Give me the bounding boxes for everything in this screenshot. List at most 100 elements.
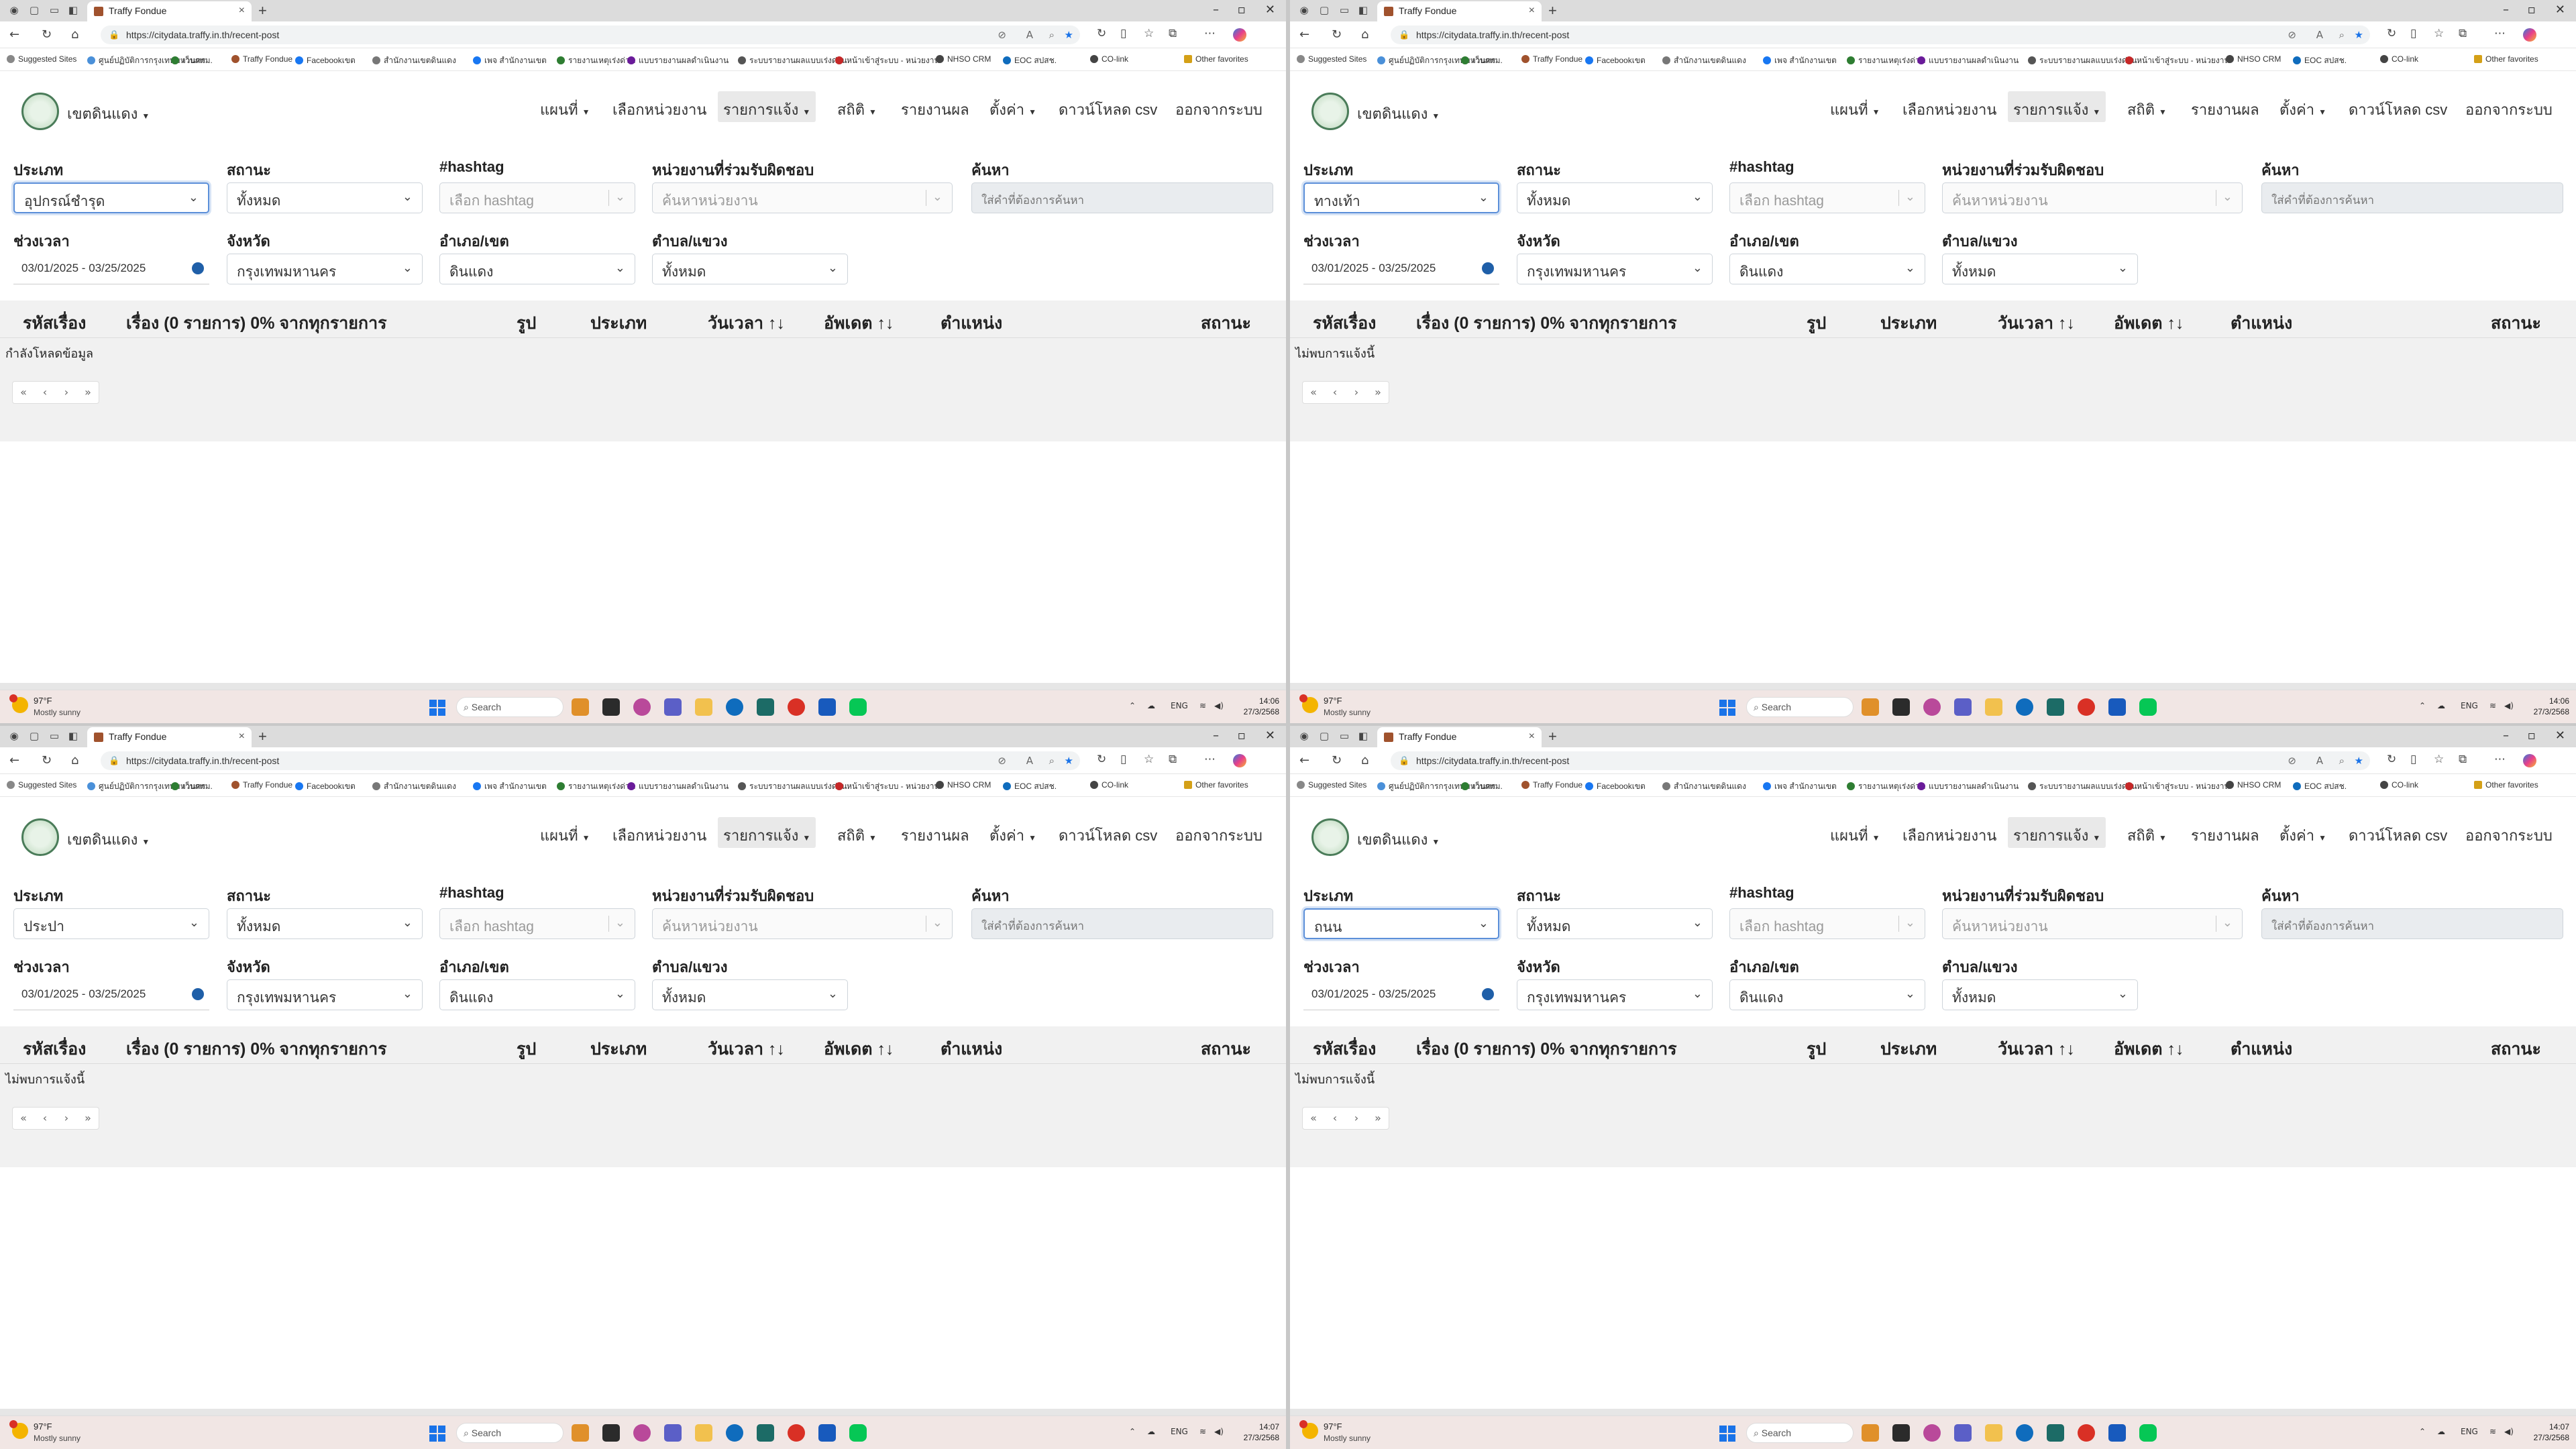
new-tab-button[interactable]: + [258,2,267,19]
edge-browser-icon[interactable] [726,1424,743,1442]
browser-tab[interactable]: Traffy Fondue × [87,727,252,747]
line-app-icon[interactable] [2139,698,2157,716]
calendar-icon[interactable] [1482,262,1494,274]
store-app-icon[interactable] [757,698,774,716]
status-select[interactable]: ทั้งหมด ⌄ [227,908,423,939]
teams-app-icon[interactable] [1954,1424,1972,1442]
line-app-icon[interactable] [849,698,867,716]
pagination-button[interactable]: » [1367,1108,1389,1129]
nav-menu-item[interactable]: แผนที่ ▼ [1830,817,1880,848]
copilot-icon[interactable] [2523,754,2536,767]
store-app-icon[interactable] [757,1424,774,1442]
windows-start-icon[interactable] [1719,700,1735,716]
workspaces-icon[interactable]: ▢ [28,4,40,16]
nav-menu-item[interactable]: สถิติ ▼ [837,817,877,848]
language-indicator[interactable]: ENG [1171,1427,1188,1436]
favorite-link[interactable]: NHSO CRM [936,780,991,790]
favorite-link[interactable]: ระบบรายงานผลแบบเร่งด่วน [2028,780,2137,793]
lock-icon[interactable]: 🔒 [109,755,119,766]
refresh-extension-icon[interactable]: ↻ [2387,753,2396,766]
maximize-button[interactable]: ▫ [1238,3,1246,17]
tray-overflow-icon[interactable]: ⌃ [1129,701,1136,710]
minimize-button[interactable]: – [1213,3,1219,17]
lock-icon[interactable]: 🔒 [109,30,119,40]
url-text[interactable]: https://citydata.traffy.in.th/recent-pos… [126,755,279,766]
favorite-link[interactable]: หน้าเข้าสู่ระบบ - หน่วยงาน [2125,780,2230,793]
nav-menu-item[interactable]: รายงานผล [901,817,969,848]
favorite-link[interactable]: Suggested Sites [7,780,76,790]
url-text[interactable]: https://citydata.traffy.in.th/recent-pos… [1416,30,1569,40]
favorite-link[interactable]: Suggested Sites [1297,780,1366,790]
favorite-link[interactable]: แบบรายงานผลดำเนินงาน [1917,780,2019,793]
system-clock[interactable]: 14:06 27/3/2568 [2534,696,2569,717]
nav-menu-item[interactable]: เลือกหน่วยงาน [1902,91,1996,122]
wifi-icon[interactable]: ≋ [2489,701,2496,710]
file-explorer-icon[interactable] [695,1424,712,1442]
favorite-star-icon[interactable]: ★ [1065,29,1073,41]
province-select[interactable]: กรุงเทพมหานคร ⌄ [227,979,423,1010]
taskbar-search[interactable]: ⌕ Search [1746,697,1854,717]
url-text[interactable]: https://citydata.traffy.in.th/recent-pos… [126,30,279,40]
terminal-app-icon[interactable] [602,698,620,716]
search-input[interactable]: ใส่คำที่ต้องการค้นหา [2261,908,2563,939]
url-bar[interactable]: 🔒 https://citydata.traffy.in.th/recent-p… [1391,25,2370,44]
favorite-link[interactable]: CO-link [1090,780,1128,790]
browser-tab[interactable]: Traffy Fondue × [1377,727,1542,747]
tab-actions-icon[interactable]: ▭ [48,4,60,16]
pagination-button[interactable]: ‹ [34,382,56,403]
copilot-app-icon[interactable] [572,698,589,716]
file-explorer-icon[interactable] [1985,698,2002,716]
search-input[interactable]: ใส่คำที่ต้องการค้นหา [971,908,1273,939]
table-column-header[interactable]: วันเวลา ↑↓ [1998,310,2075,337]
home-icon[interactable]: ⌂ [1361,28,1368,42]
url-bar[interactable]: 🔒 https://citydata.traffy.in.th/recent-p… [1391,751,2370,770]
date-range-input[interactable]: 03/01/2025 - 03/25/2025 [13,979,209,1010]
system-clock[interactable]: 14:07 27/3/2568 [1244,1421,1279,1443]
status-select[interactable]: ทั้งหมด ⌄ [1517,182,1713,213]
nav-menu-item[interactable]: ออกจากระบบ [2465,817,2553,848]
edge-browser-icon[interactable] [2016,698,2033,716]
refresh-extension-icon[interactable]: ↻ [1097,27,1106,40]
collections-icon[interactable]: ⧉ [2459,753,2467,766]
pagination-button[interactable]: « [13,1108,34,1129]
other-favorites-folder[interactable]: Other favorites [2474,780,2538,790]
page-action-icon[interactable]: ⊘ [998,29,1006,41]
favorite-link[interactable]: สำนักงานเขตดินแดง [372,780,456,793]
word-app-icon[interactable] [2108,698,2126,716]
table-column-header[interactable]: อัพเดต ↑↓ [824,1036,894,1063]
pagination-button[interactable]: › [1346,1108,1367,1129]
favorite-link[interactable]: เพจ สำนักงานเขต [473,54,547,67]
favorite-link[interactable]: สำนักงานเขตดินแดง [1662,54,1746,67]
new-tab-button[interactable]: + [1548,2,1557,19]
nav-menu-item[interactable]: สถิติ ▼ [2127,817,2167,848]
close-window-button[interactable]: ✕ [1265,3,1275,17]
favorite-link[interactable]: ระบบรายงานผลแบบเร่งด่วน [738,780,847,793]
favorite-link[interactable]: แบบรายงานผลดำเนินงาน [627,780,729,793]
split-screen-icon[interactable]: ▯ [1120,27,1126,40]
refresh-icon[interactable]: ↻ [1332,28,1342,42]
subdistrict-select[interactable]: ทั้งหมด ⌄ [652,254,848,284]
calendar-icon[interactable] [192,988,204,1000]
district-select[interactable]: ดินแดง ⌄ [1729,979,1925,1010]
more-icon[interactable]: ⋯ [2494,27,2506,40]
profile-icon[interactable]: ◉ [1298,730,1310,742]
split-screen-icon[interactable]: ▯ [2410,27,2416,40]
subdistrict-select[interactable]: ทั้งหมด ⌄ [652,979,848,1010]
browser-tab[interactable]: Traffy Fondue × [1377,1,1542,21]
province-select[interactable]: กรุงเทพมหานคร ⌄ [1517,254,1713,284]
date-range-input[interactable]: 03/01/2025 - 03/25/2025 [13,254,209,284]
pagination-button[interactable]: » [77,382,99,403]
table-column-header[interactable]: วันเวลา ↑↓ [708,310,785,337]
teams-app-icon[interactable] [1954,698,1972,716]
store-app-icon[interactable] [2047,698,2064,716]
close-tab-icon[interactable]: × [1529,731,1535,743]
word-app-icon[interactable] [818,698,836,716]
other-favorites-folder[interactable]: Other favorites [1184,54,1248,64]
windows-start-icon[interactable] [429,700,445,716]
close-window-button[interactable]: ✕ [1265,729,1275,743]
chrome-browser-icon[interactable] [788,698,805,716]
volume-icon[interactable]: ◀) [2504,1427,2514,1436]
nav-menu-item[interactable]: รายงานผล [901,91,969,122]
copilot-icon[interactable] [1233,754,1246,767]
pagination-button[interactable]: ‹ [34,1108,56,1129]
